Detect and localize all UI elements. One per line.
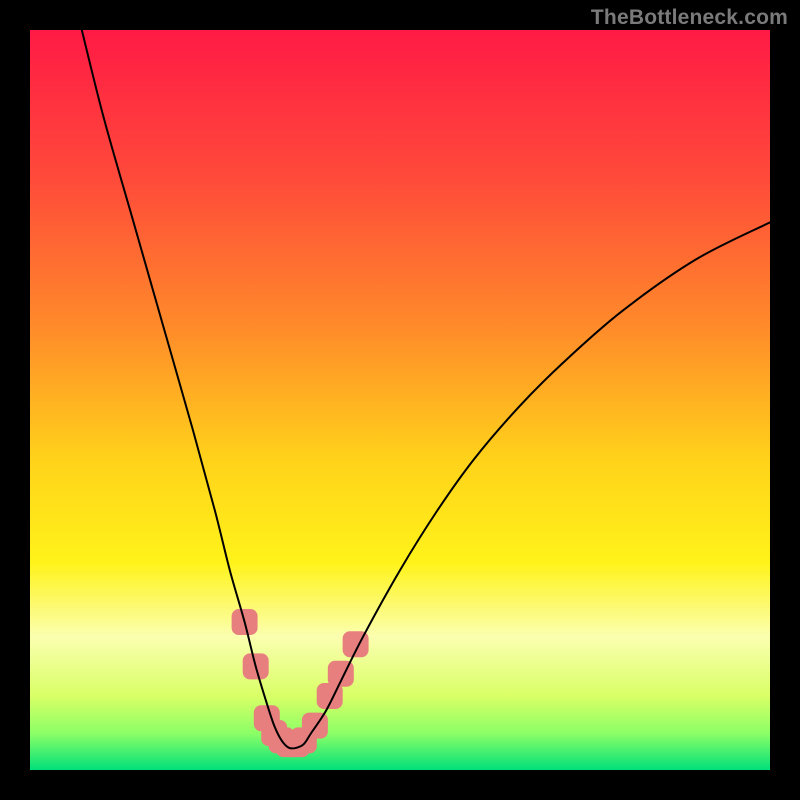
chart-frame: TheBottleneck.com [0,0,800,800]
chart-svg [30,30,770,770]
highlight-marker [302,713,328,739]
watermark-text: TheBottleneck.com [591,6,788,30]
chart-background [30,30,770,770]
plot-area [30,30,770,770]
